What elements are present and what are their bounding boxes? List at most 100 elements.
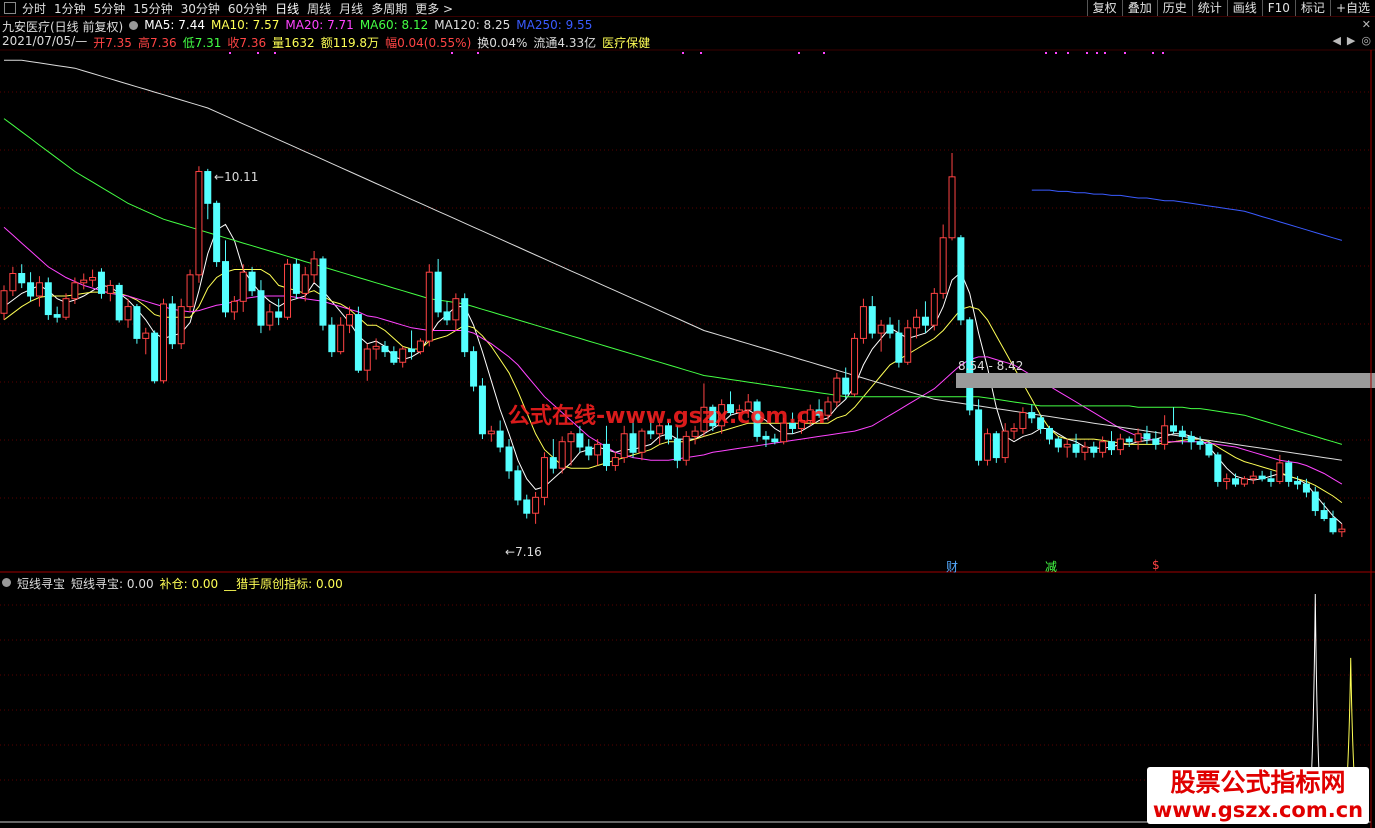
candle-70 <box>620 425 628 463</box>
event-dot-17 <box>1162 52 1164 54</box>
toolbar-button-6[interactable]: 标记 <box>1294 0 1330 16</box>
reset-icon[interactable]: ◎ <box>1361 34 1371 47</box>
period-tab-4[interactable]: 30分钟 <box>181 0 220 17</box>
candle-body-1 <box>9 273 17 292</box>
indicator-value-3: __猎手原创指标: 0.00 <box>224 577 343 591</box>
watermark-text: 公式在线-www.gszx.com.cn <box>508 404 826 429</box>
event-dot-4 <box>477 52 479 54</box>
candle-body-44 <box>390 351 398 363</box>
candle-body-25 <box>222 261 229 313</box>
candle-body-120 <box>1063 443 1071 448</box>
candle-5 <box>44 277 52 320</box>
indicator-name[interactable]: 短线寻宝 <box>17 575 65 592</box>
event-dividend-marker[interactable]: $ <box>1152 558 1160 572</box>
event-dot-1 <box>257 52 259 54</box>
candle-55 <box>487 425 495 442</box>
candle-body-24 <box>213 202 221 263</box>
candle-body-121 <box>1072 443 1080 453</box>
candle-body-130 <box>1152 438 1160 445</box>
toolbar-button-1[interactable]: 叠加 <box>1121 0 1157 16</box>
candle-body-36 <box>319 258 327 326</box>
event-dot-10 <box>1055 52 1057 54</box>
candle-body-150 <box>1329 518 1337 533</box>
menu-toggle-icon[interactable] <box>4 2 16 14</box>
toolbar-button-7[interactable]: +自选 <box>1329 0 1375 16</box>
candle-148 <box>1311 486 1319 516</box>
candle-26 <box>230 296 238 320</box>
candle-body-13 <box>115 284 123 321</box>
candle-17 <box>151 330 159 384</box>
period-tab-5[interactable]: 60分钟 <box>228 0 267 17</box>
candle-120 <box>1063 439 1071 458</box>
period-tab-9[interactable]: 多周期 <box>371 0 407 17</box>
period-tab-2[interactable]: 5分钟 <box>94 0 126 17</box>
candle-body-26 <box>230 300 238 313</box>
event-dot-0 <box>229 52 231 54</box>
moving-average-lines <box>3 59 1343 525</box>
candle-132 <box>1170 407 1178 434</box>
low-price-mark: ←7.16 <box>505 545 542 559</box>
indicator-settings-icon[interactable] <box>2 578 11 587</box>
event-finance-marker[interactable]: 财 <box>946 558 958 575</box>
indicator-header: 短线寻宝 短线寻宝: 0.00 补仓: 0.00 __猎手原创指标: 0.00 <box>2 575 355 592</box>
toolbar-button-4[interactable]: 画线 <box>1226 0 1262 16</box>
period-tab-7[interactable]: 周线 <box>307 0 331 17</box>
toolbar-button-0[interactable]: 复权 <box>1086 0 1122 16</box>
period-tab-6[interactable]: 日线 <box>275 0 299 17</box>
candle-body-39 <box>346 314 354 326</box>
candle-body-30 <box>266 311 274 326</box>
event-reduce-marker[interactable]: 减 <box>1045 558 1057 575</box>
candle-body-133 <box>1178 430 1186 437</box>
toolbar-button-5[interactable]: F10 <box>1261 0 1295 16</box>
candle-body-111 <box>983 433 991 461</box>
toolbar-right-buttons: 复权 叠加 历史 统计 画线 F10 标记 +自选 <box>1086 0 1375 16</box>
candle-body-53 <box>470 351 478 387</box>
event-dot-6 <box>700 52 702 54</box>
event-dot-8 <box>823 52 825 54</box>
candle-body-139 <box>1232 478 1240 485</box>
candle-body-42 <box>372 345 380 350</box>
period-tab-0[interactable]: 分时 <box>22 0 46 17</box>
candle-body-106 <box>939 237 947 294</box>
stock-title[interactable]: 九安医疗(日线 前复权) <box>2 18 123 34</box>
candle-8 <box>71 277 79 304</box>
period-tab-1[interactable]: 1分钟 <box>54 0 86 17</box>
quote-sector[interactable]: 医疗保健 <box>602 34 650 50</box>
period-tab-8[interactable]: 月线 <box>339 0 363 17</box>
ma20-value: MA20: 7.71 <box>285 18 354 32</box>
candle-body-69 <box>611 457 619 467</box>
toolbar-button-2[interactable]: 历史 <box>1156 0 1192 16</box>
candle-body-59 <box>523 499 531 514</box>
right-arrow-icon[interactable]: ▶ <box>1347 34 1355 47</box>
quote-info-row: 2021/07/05/— 开7.35 高7.36 低7.31 收7.36 量16… <box>2 34 656 50</box>
candle-43 <box>381 341 389 357</box>
candle-body-51 <box>452 298 460 321</box>
candle-11 <box>97 268 105 299</box>
period-tab-3[interactable]: 15分钟 <box>133 0 172 17</box>
candle-body-35 <box>310 258 318 276</box>
candle-body-140 <box>1240 478 1248 485</box>
candle-48 <box>425 264 433 347</box>
candle-body-105 <box>930 292 938 326</box>
candle-16 <box>142 327 150 355</box>
candle-body-134 <box>1187 435 1195 443</box>
candle-body-17 <box>151 332 159 382</box>
toolbar-button-3[interactable]: 统计 <box>1191 0 1227 16</box>
close-icon[interactable]: ✕ <box>1362 18 1371 31</box>
left-arrow-icon[interactable]: ◀ <box>1332 34 1340 47</box>
candle-body-135 <box>1196 441 1204 445</box>
candle-body-43 <box>381 345 389 353</box>
quote-high: 高7.36 <box>137 36 177 50</box>
settings-circle-icon[interactable] <box>129 21 139 30</box>
candle-54 <box>478 378 486 440</box>
candle-body-87 <box>771 438 779 443</box>
candle-body-40 <box>354 314 362 371</box>
candle-body-49 <box>434 271 442 313</box>
candle-body-28 <box>248 271 256 292</box>
candle-69 <box>611 452 619 471</box>
event-dot-13 <box>1096 52 1098 54</box>
candle-44 <box>390 346 398 365</box>
candle-108 <box>957 235 965 326</box>
candle-107 <box>948 153 956 241</box>
period-tab-10[interactable]: 更多 > <box>415 0 453 17</box>
